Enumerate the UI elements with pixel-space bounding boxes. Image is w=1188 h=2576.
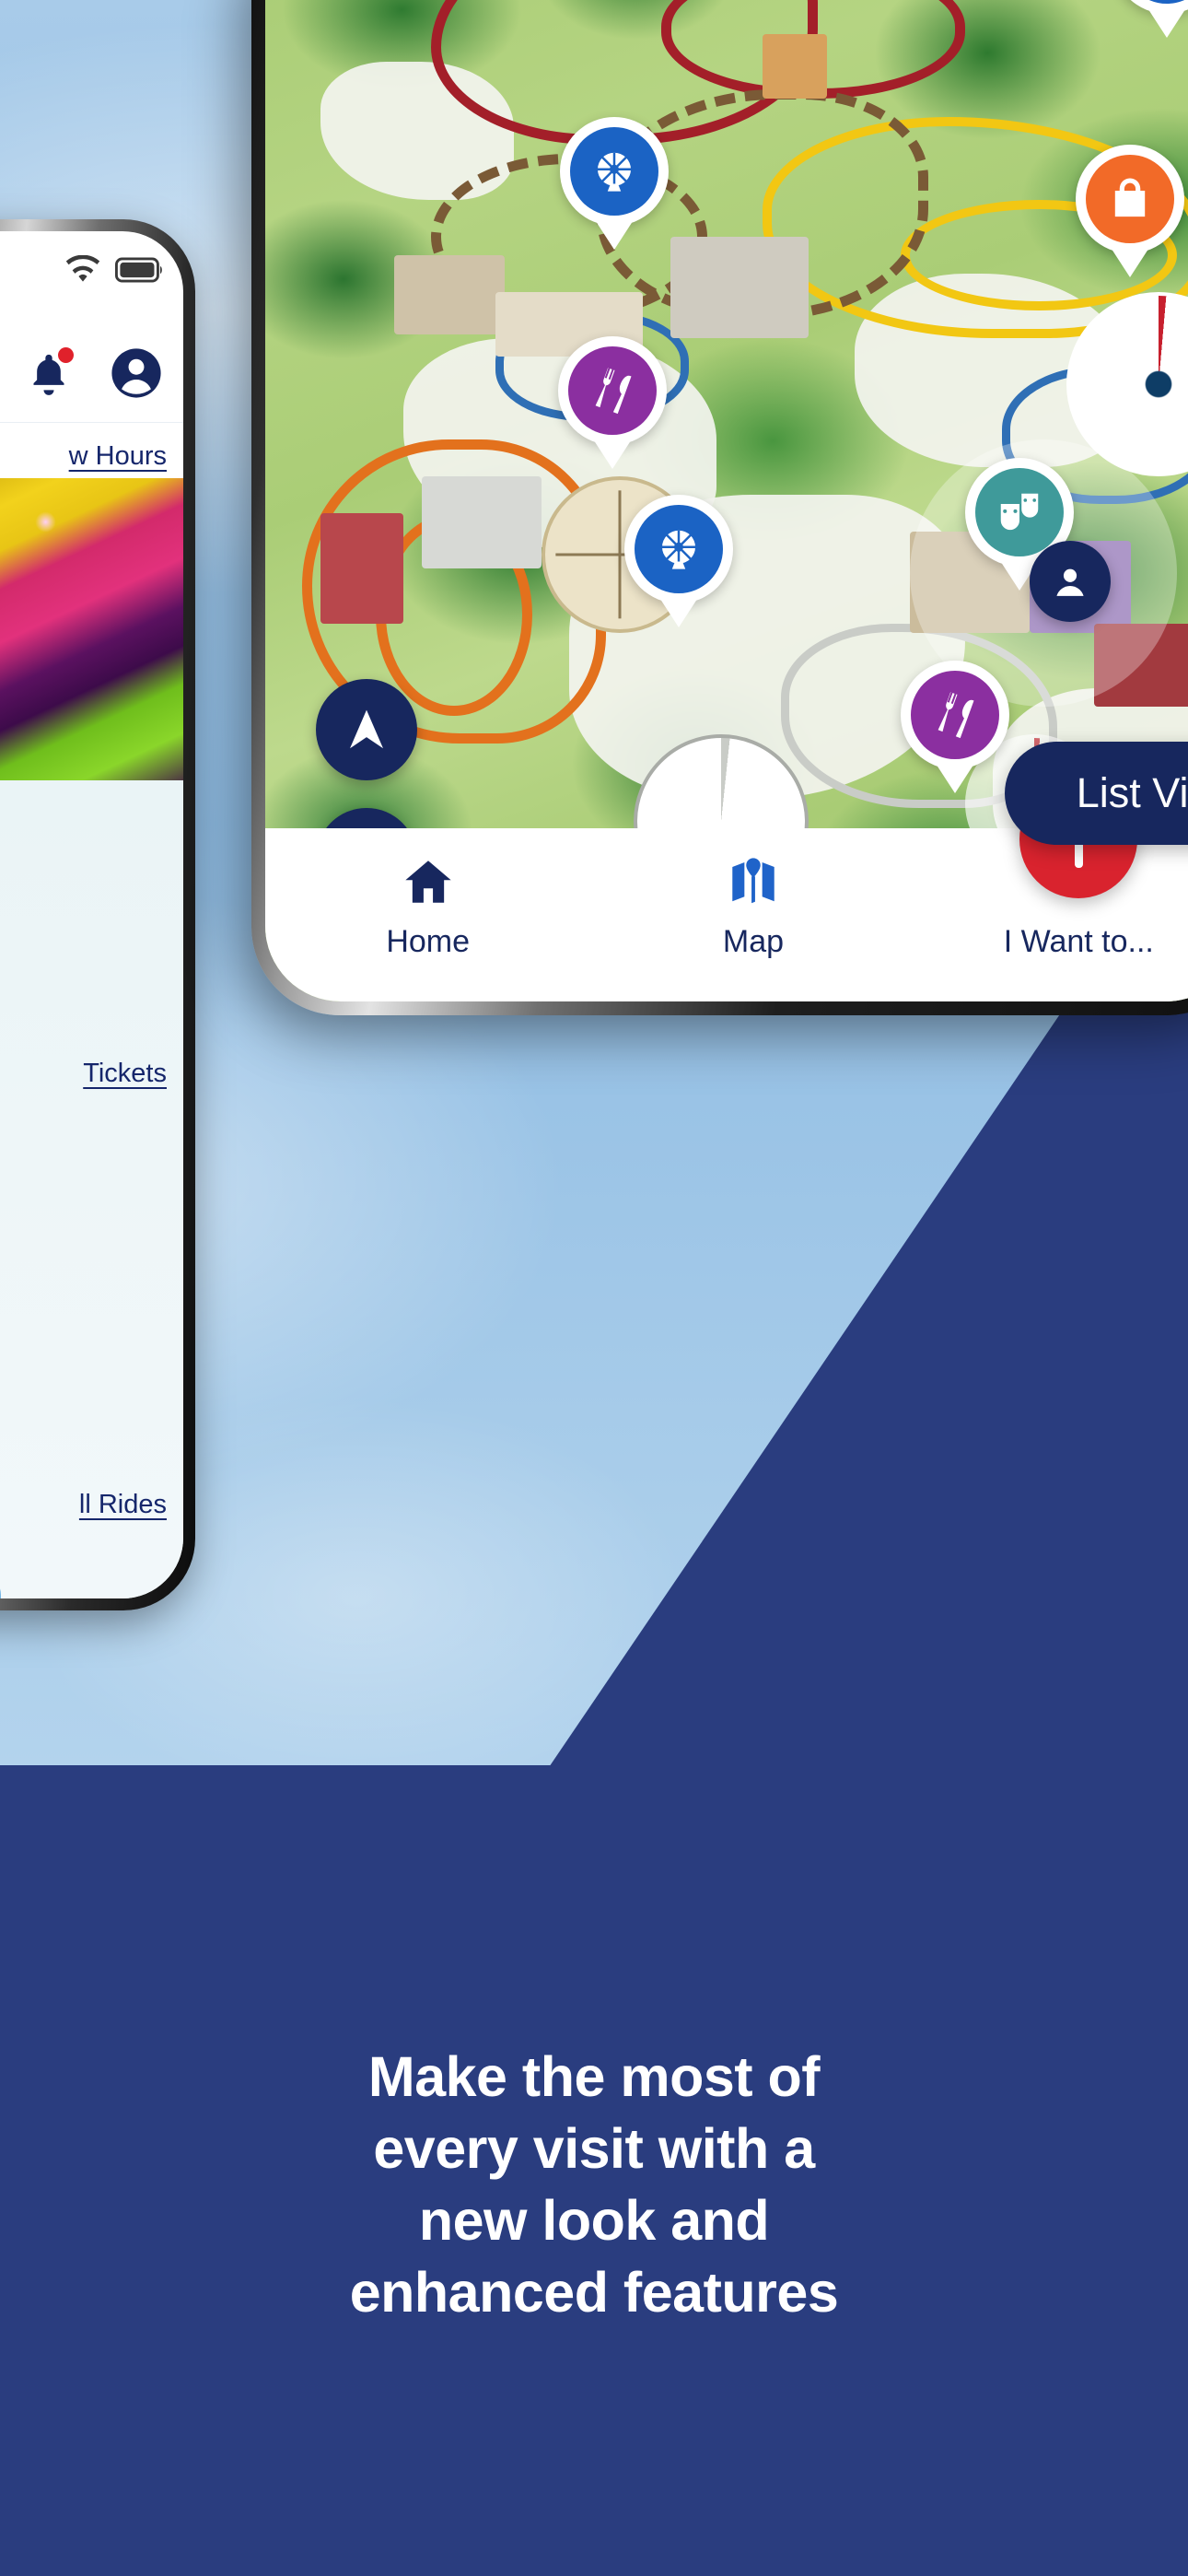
map-pin-ride[interactable] (624, 495, 733, 603)
map-building (422, 476, 542, 568)
map-building (763, 34, 827, 99)
tab-home-label: Home (386, 924, 471, 959)
ferris-wheel-icon (635, 505, 723, 593)
locate-me-button[interactable] (316, 679, 417, 780)
shopping-bag-icon (1086, 155, 1174, 243)
wifi-icon (64, 254, 102, 289)
tab-i-want-to[interactable]: I Want to... (916, 780, 1188, 960)
tab-map[interactable]: Map (590, 852, 915, 960)
map-building (670, 237, 809, 338)
headline-line-2: every visit with a (373, 2117, 815, 2181)
fork-knife-icon (911, 671, 999, 759)
park-hours-link[interactable]: w Hours (69, 441, 167, 472)
notifications-button[interactable] (29, 347, 74, 400)
account-circle-icon[interactable] (110, 346, 163, 404)
right-phone-screen: List View Home Map (265, 0, 1188, 1001)
left-phone-content-area: ons Tickets ll Rides (0, 780, 183, 1598)
map-pin-ride[interactable] (560, 117, 669, 226)
ride-card-row (0, 1575, 1, 1598)
battery-icon (115, 257, 165, 287)
left-phone-screen: w Hours ons Tickets ll Rides (0, 231, 183, 1598)
map-pin-dining[interactable] (901, 661, 1009, 769)
fork-knife-icon (568, 346, 657, 435)
map-building (394, 255, 505, 334)
theater-masks-icon (975, 468, 1064, 556)
right-phone-device: List View Home Map (251, 0, 1188, 1015)
headline-line-4: enhanced features (349, 2261, 839, 2324)
left-phone-hero-image (0, 478, 183, 791)
marketing-headline: Make the most of every visit with a new … (166, 2041, 1022, 2328)
left-phone-status-bar (64, 254, 165, 289)
map-pin-shop[interactable] (1076, 145, 1184, 253)
tab-i-want-to-label: I Want to... (1003, 924, 1154, 959)
left-phone-app-bar (0, 329, 183, 423)
notification-badge-dot (58, 347, 74, 363)
bottom-tab-bar: Home Map I Want to... (265, 780, 1188, 1001)
all-rides-link[interactable]: ll Rides (79, 1490, 167, 1520)
map-pin-dining[interactable] (558, 336, 667, 445)
map-icon (727, 852, 780, 911)
headline-line-3: new look and (418, 2189, 770, 2253)
ferris-wheel-icon (1123, 0, 1188, 4)
map-pin-ride[interactable] (1112, 0, 1188, 14)
home-icon (402, 852, 455, 911)
tab-map-label: Map (722, 924, 785, 959)
ride-card[interactable] (0, 1575, 1, 1598)
tickets-link[interactable]: Tickets (83, 1059, 167, 1089)
tab-home[interactable]: Home (265, 852, 590, 960)
profile-map-pin[interactable] (1030, 541, 1111, 622)
list-view-button[interactable]: List View (1004, 742, 1188, 845)
map-building (320, 513, 403, 624)
ferris-wheel-icon (570, 127, 658, 216)
left-phone-device: w Hours ons Tickets ll Rides (0, 219, 195, 1610)
headline-line-1: Make the most of (367, 2045, 821, 2108)
